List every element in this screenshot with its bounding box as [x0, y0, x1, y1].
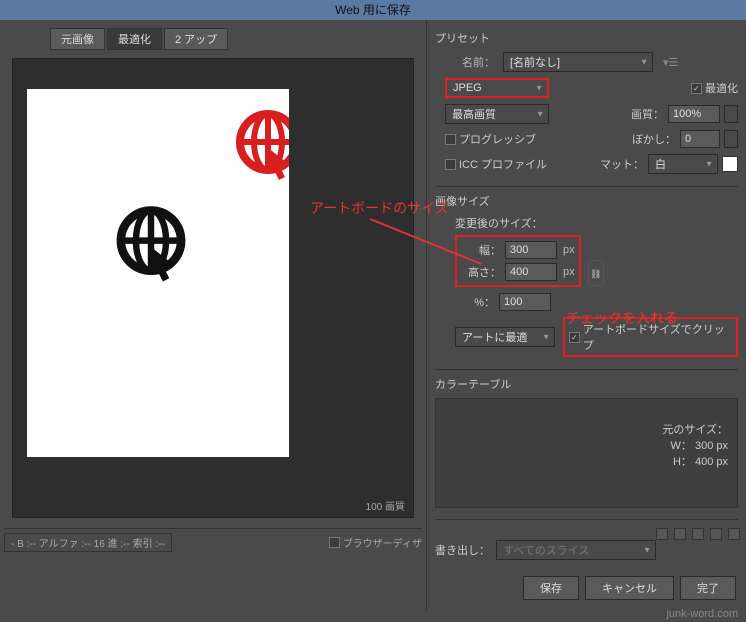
color-readout[interactable]: - B :-- アルファ :-- 16 進 :-- 索引 :--: [4, 533, 172, 552]
quality-preset-select[interactable]: 最高画質 ▼: [445, 104, 549, 124]
chevron-down-icon: ▼: [535, 84, 543, 93]
preset-menu-icon[interactable]: ▾☰: [663, 56, 678, 69]
preset-name-value: [名前なし]: [510, 54, 560, 70]
height-label: 高さ：: [461, 264, 501, 280]
save-button[interactable]: 保存: [523, 576, 579, 600]
globe-cursor-icon: [233, 107, 289, 187]
preview-quality-label: 100 画質: [366, 498, 405, 513]
format-select[interactable]: JPEG ▼: [445, 78, 549, 98]
height-input[interactable]: 400: [505, 263, 557, 281]
blur-label: ぼかし：: [632, 131, 676, 147]
tool-icon[interactable]: [674, 528, 686, 540]
tab-optimized[interactable]: 最適化: [107, 28, 162, 50]
export-select[interactable]: すべてのスライス ▼: [496, 540, 656, 560]
name-label: 名前：: [435, 54, 499, 70]
preset-title: プリセット: [435, 30, 738, 46]
quality-input[interactable]: 100%: [668, 105, 720, 123]
image-size-section: 画像サイズ 変更後のサイズ： 幅： 300 px 高さ： 400 px ⛓ 元の…: [435, 187, 738, 370]
done-button[interactable]: 完了: [680, 576, 736, 600]
status-bar: - B :-- アルファ :-- 16 進 :-- 索引 :-- ブラウザーディ…: [4, 528, 422, 552]
width-unit: px: [563, 244, 575, 256]
format-value: JPEG: [453, 82, 482, 94]
cancel-button[interactable]: キャンセル: [585, 576, 674, 600]
fit-value: アートに最適: [462, 329, 527, 345]
checkbox-icon: ✓: [569, 332, 580, 343]
view-tabs: 元画像 最適化 2 アップ: [50, 28, 426, 50]
icc-label: ICC プロファイル: [459, 156, 547, 172]
export-label: 書き出し：: [435, 542, 490, 558]
browser-dither-label: ブラウザーディザ: [343, 535, 422, 550]
chevron-down-icon: ▼: [536, 110, 544, 119]
trash-icon[interactable]: [728, 528, 740, 540]
matte-swatch[interactable]: [722, 156, 738, 172]
after-size-label: 変更後のサイズ：: [455, 215, 738, 231]
export-row: 書き出し： すべてのスライス ▼: [435, 540, 738, 560]
color-table-tools: [656, 528, 740, 540]
matte-select[interactable]: 白 ▼: [648, 154, 718, 174]
blur-input[interactable]: 0: [680, 130, 720, 148]
chevron-down-icon: ▼: [640, 58, 648, 67]
globe-cursor-icon: [113, 203, 189, 289]
icc-checkbox[interactable]: ICC プロファイル: [445, 156, 547, 172]
matte-value: 白: [655, 156, 666, 172]
browser-dither-checkbox[interactable]: ブラウザーディザ: [329, 535, 422, 550]
progressive-label: プログレッシブ: [459, 131, 536, 147]
quality-preset-value: 最高画質: [452, 106, 496, 122]
original-size: 元のサイズ： W： 300 px H： 400 px: [662, 421, 728, 469]
percent-input[interactable]: 100: [499, 293, 551, 311]
chevron-down-icon: ▼: [705, 160, 713, 169]
preset-section: プリセット 名前： [名前なし] ▼ ▾☰ JPEG ▼ ✓ 最適化: [435, 24, 738, 187]
button-bar: 保存 キャンセル 完了: [523, 576, 736, 600]
annotation-check-this: チェックを入れる: [566, 308, 678, 328]
tool-icon[interactable]: [656, 528, 668, 540]
checkbox-icon: ✓: [691, 83, 702, 94]
tab-2up[interactable]: 2 アップ: [164, 28, 228, 50]
percent-label: %：: [455, 294, 495, 310]
chevron-down-icon: ▼: [542, 333, 550, 342]
preset-name-select[interactable]: [名前なし] ▼: [503, 52, 653, 72]
width-input[interactable]: 300: [505, 241, 557, 259]
stepper-icon[interactable]: [724, 130, 738, 148]
checkbox-icon: [445, 134, 456, 145]
annotation-artboard-size: アートボードのサイズ: [310, 198, 449, 218]
link-icon[interactable]: ⛓: [588, 260, 604, 286]
tool-icon[interactable]: [710, 528, 722, 540]
artboard-canvas: [27, 89, 289, 457]
progressive-checkbox[interactable]: プログレッシブ: [445, 131, 536, 147]
orig-size-title: 元のサイズ：: [662, 421, 728, 437]
width-label: 幅：: [461, 242, 501, 258]
image-size-title: 画像サイズ: [435, 193, 738, 209]
orig-width: W： 300 px: [662, 437, 728, 453]
preview-area: 100 画質: [12, 58, 414, 518]
height-unit: px: [563, 266, 575, 278]
fit-select[interactable]: アートに最適 ▼: [455, 327, 555, 347]
orig-height: H： 400 px: [662, 453, 728, 469]
watermark: junk-word.com: [666, 608, 738, 620]
checkbox-icon: [445, 159, 456, 170]
optimize-checkbox[interactable]: ✓ 最適化: [691, 80, 738, 96]
quality-label: 画質：: [631, 106, 664, 122]
color-table-title: カラーテーブル: [435, 376, 738, 392]
checkbox-icon: [329, 537, 340, 548]
left-pane: 元画像 最適化 2 アップ: [0, 20, 426, 610]
tab-original[interactable]: 元画像: [50, 28, 105, 50]
export-value: すべてのスライス: [503, 542, 589, 558]
optimize-label: 最適化: [705, 80, 738, 96]
chevron-down-icon: ▼: [643, 546, 651, 555]
tool-icon[interactable]: [692, 528, 704, 540]
titlebar: Web 用に保存: [0, 0, 746, 20]
stepper-icon[interactable]: [724, 105, 738, 123]
matte-label: マット：: [600, 156, 644, 172]
